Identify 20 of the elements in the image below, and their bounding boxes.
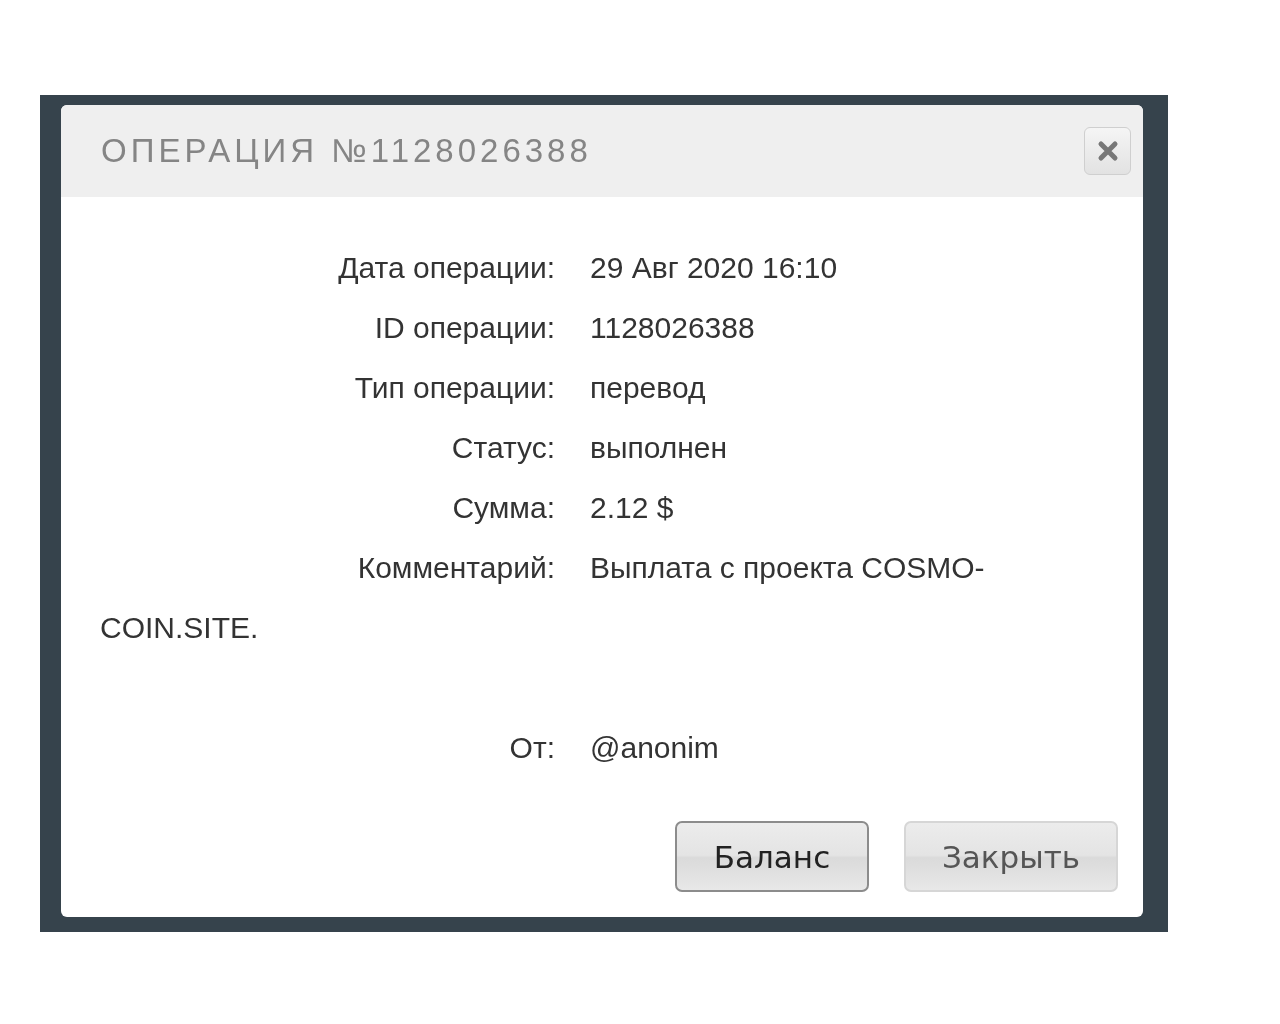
field-label: ID операции: [373,310,555,346]
field-label: Дата операции: [337,250,555,286]
field-value: перевод [590,371,706,404]
field-value: 29 Авг 2020 16:10 [590,251,838,284]
field-label: Статус: [450,430,555,466]
balance-button[interactable]: Баланс [675,821,869,892]
field-value: @anonim [590,731,719,764]
field-label: Комментарий: [356,550,555,586]
field-value: COIN.SITE. [100,611,259,644]
field-value: выполнен [590,431,728,464]
close-icon [1096,140,1119,162]
field-value: 1128026388 [590,311,755,344]
field-label: От: [508,730,555,766]
close-dialog-button[interactable]: Закрыть [904,821,1118,892]
dialog-title: ОПЕРАЦИЯ №1128026388 [101,132,592,170]
close-button[interactable] [1084,127,1131,175]
field-label: Сумма: [451,490,555,526]
field-value: 2.12 $ [590,491,674,524]
field-label: Тип операции: [353,370,555,406]
field-value: Выплата с проекта COSMO- [590,551,985,584]
